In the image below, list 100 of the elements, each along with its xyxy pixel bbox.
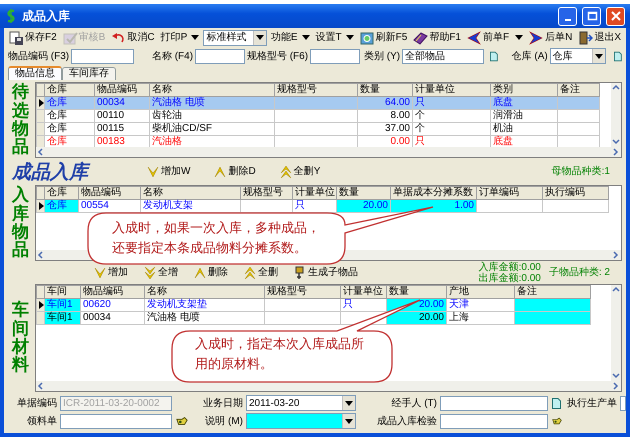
column-header[interactable]: 数量 — [358, 84, 412, 96]
page-icon[interactable] — [552, 398, 561, 408]
app-icon — [5, 9, 17, 23]
column-header[interactable]: 计量单位 — [340, 286, 386, 298]
input-field[interactable] — [195, 48, 245, 64]
field-label: 经手人 (T) — [390, 396, 438, 410]
horizontal-scrollbar[interactable] — [36, 147, 621, 157]
column-header[interactable]: 规格型号 — [240, 186, 292, 200]
column-header[interactable]: 名称 — [140, 186, 240, 200]
action-button[interactable]: 全删Y — [276, 164, 324, 178]
callout-text: 入成时，指定本次入库成品所 用的原材料。 — [195, 335, 364, 373]
column-header[interactable]: 车间 — [44, 286, 80, 298]
select-field[interactable] — [246, 413, 356, 429]
scroll-right-icon[interactable] — [611, 250, 621, 260]
select-field[interactable]: 2011-03-20 — [246, 395, 356, 411]
input-field[interactable] — [310, 48, 360, 64]
style-select[interactable]: 标准样式 — [203, 30, 267, 46]
table-cell: 个 — [412, 122, 490, 136]
chevron-down-icon — [147, 164, 159, 178]
table-cell: 汽油格 电喷 — [150, 96, 274, 110]
input-field[interactable]: 全部物品 — [402, 48, 484, 64]
action-button[interactable]: 删除 — [190, 266, 232, 280]
refresh-icon — [360, 30, 375, 44]
column-header[interactable]: 数量 — [386, 286, 446, 298]
table-cell: 8.00 — [358, 110, 412, 122]
action-button[interactable]: 生成子物品 — [290, 266, 362, 280]
column-header[interactable]: 执行编码 — [542, 186, 608, 200]
table-cell: 00115 — [94, 122, 150, 136]
close-button[interactable] — [606, 6, 625, 26]
column-header[interactable]: 备注 — [558, 84, 600, 96]
scroll-right-icon[interactable] — [611, 381, 621, 391]
table-cell: 底盘 — [490, 96, 558, 110]
action-button[interactable]: 删除D — [210, 164, 260, 178]
toolbar-button[interactable]: 后单N — [527, 29, 574, 46]
page-icon[interactable] — [490, 50, 498, 62]
field-label: 仓库 (A) — [512, 50, 548, 62]
maximize-button[interactable] — [582, 6, 601, 26]
table-cell: 只 — [412, 96, 490, 110]
column-header[interactable]: 规格型号 — [264, 286, 340, 298]
toolbar-button[interactable]: 保存F2 — [7, 29, 59, 46]
field-label: 规格型号 (F6) — [246, 50, 308, 62]
action-button[interactable]: 增加 — [90, 266, 132, 280]
column-header[interactable]: 数量 — [336, 186, 390, 200]
toolbar-button[interactable]: 取消C — [109, 29, 157, 46]
column-header[interactable]: 物品编码 — [78, 186, 140, 200]
input-field[interactable] — [60, 414, 172, 428]
tab[interactable]: 物品信息 — [8, 66, 62, 80]
section-label: 入库物品 — [12, 186, 29, 260]
page-icon[interactable] — [614, 50, 622, 62]
toolbar-button[interactable]: 帮助F1 — [411, 29, 463, 46]
column-header[interactable]: 物品编码 — [80, 286, 144, 298]
select-field[interactable]: 仓库 — [550, 48, 606, 64]
menu-button[interactable]: 功能E — [268, 29, 312, 46]
column-header[interactable]: 订单编码 — [476, 186, 542, 200]
toolbar-button[interactable]: 前单F — [464, 29, 512, 46]
column-header[interactable]: 备注 — [514, 286, 590, 298]
column-header[interactable]: 仓库 — [44, 84, 94, 96]
chevron-up-icon — [194, 266, 206, 280]
caret-icon — [346, 35, 354, 40]
toolbar-button[interactable]: 刷新F5 — [358, 29, 410, 46]
column-header[interactable]: 产地 — [446, 286, 514, 298]
horizontal-scrollbar[interactable] — [36, 381, 621, 391]
field-label: 领料单 — [26, 414, 58, 428]
input-field[interactable] — [440, 396, 548, 410]
menu-button[interactable]: 设置T — [314, 29, 356, 46]
column-header[interactable]: 名称 — [144, 286, 264, 298]
table-cell: 天津 — [446, 298, 514, 312]
tab[interactable]: 车间库存 — [62, 67, 116, 80]
input-field[interactable] — [620, 396, 626, 410]
scroll-right-icon[interactable] — [611, 147, 621, 157]
input-field[interactable] — [440, 414, 548, 428]
column-header[interactable]: 计量单位 — [412, 84, 490, 96]
minimize-button[interactable] — [558, 6, 577, 26]
undo-icon — [111, 30, 126, 44]
column-header[interactable]: 类别 — [490, 84, 558, 96]
vertical-scrollbar[interactable] — [611, 285, 621, 381]
vertical-scrollbar[interactable] — [611, 83, 621, 147]
column-header[interactable]: 物品编码 — [94, 84, 150, 96]
table-cell: 仓库 — [44, 122, 94, 136]
amount-text: 入库金额:0.00 — [478, 262, 541, 272]
scroll-down-icon[interactable] — [611, 137, 621, 147]
exit-icon — [578, 30, 594, 44]
table-cell: 车间1 — [44, 298, 80, 312]
column-header[interactable]: 规格型号 — [274, 84, 358, 96]
section-label: 待选物品 — [12, 83, 29, 157]
action-button[interactable]: 增加W — [143, 164, 194, 178]
toolbar-button[interactable]: 退出X — [576, 29, 623, 46]
table-cell: 上海 — [446, 312, 514, 324]
table-cell: 00034 — [80, 312, 144, 324]
column-header[interactable]: 名称 — [150, 84, 274, 96]
callout-text: 入成时，如果一次入库，多种成品， 还要指定本条成品物料分摊系数。 — [112, 219, 320, 257]
field-label: 业务日期 — [202, 396, 244, 410]
action-button[interactable]: 全删 — [240, 266, 282, 280]
column-header[interactable]: 单据成本分摊系数 — [390, 186, 476, 200]
column-header[interactable]: 仓库 — [44, 186, 78, 200]
caret-icon — [302, 35, 310, 40]
scroll-down-icon[interactable] — [611, 371, 621, 381]
column-header[interactable]: 计量单位 — [292, 186, 336, 200]
input-field[interactable] — [71, 48, 134, 64]
action-button[interactable]: 全增 — [140, 266, 182, 280]
